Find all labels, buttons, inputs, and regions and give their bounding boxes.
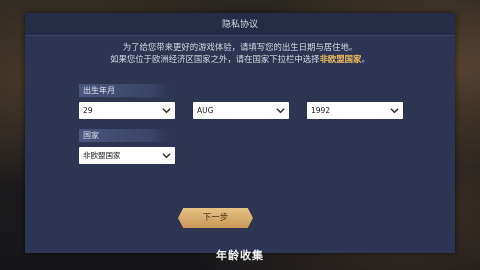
intro-line-1: 为了给您带来更好的游戏体验，请填写您的出生日期与居住地。 [122,42,358,52]
next-step-button[interactable]: 下一步 [178,208,253,228]
country-value: 非欧盟国家 [83,151,121,160]
age-collection-title: 年龄收集 [216,249,264,262]
birth-day-value: 29 [83,106,93,115]
dialog-title: 隐私协议 [221,20,258,30]
birthdate-label: 出生年月 [79,84,169,97]
chevron-down-icon [276,108,285,114]
birth-month-value: AUG [197,106,214,115]
country-label: 国家 [79,129,169,142]
country-select[interactable]: 非欧盟国家 [79,147,175,164]
birth-month-select[interactable]: AUG [193,102,289,119]
birth-year-select[interactable]: 1992 [307,102,403,119]
chevron-down-icon [162,108,171,114]
intro-line-2-prefix: 如果您位于欧洲经济区国家之外，请在国家下拉栏中选择 [110,54,320,64]
chevron-down-icon [390,108,399,114]
birth-year-value: 1992 [311,106,331,115]
chevron-down-icon [162,153,171,159]
non-eu-highlight: 非欧盟国家 [319,54,362,64]
intro-line-2-suffix: 。 [361,54,370,64]
dialog-titlebar: 隐私协议 [25,13,455,36]
intro-line-2: 如果您位于欧洲经济区国家之外，请在国家下拉栏中选择非欧盟国家。 [25,53,455,65]
birth-day-select[interactable]: 29 [79,102,175,119]
